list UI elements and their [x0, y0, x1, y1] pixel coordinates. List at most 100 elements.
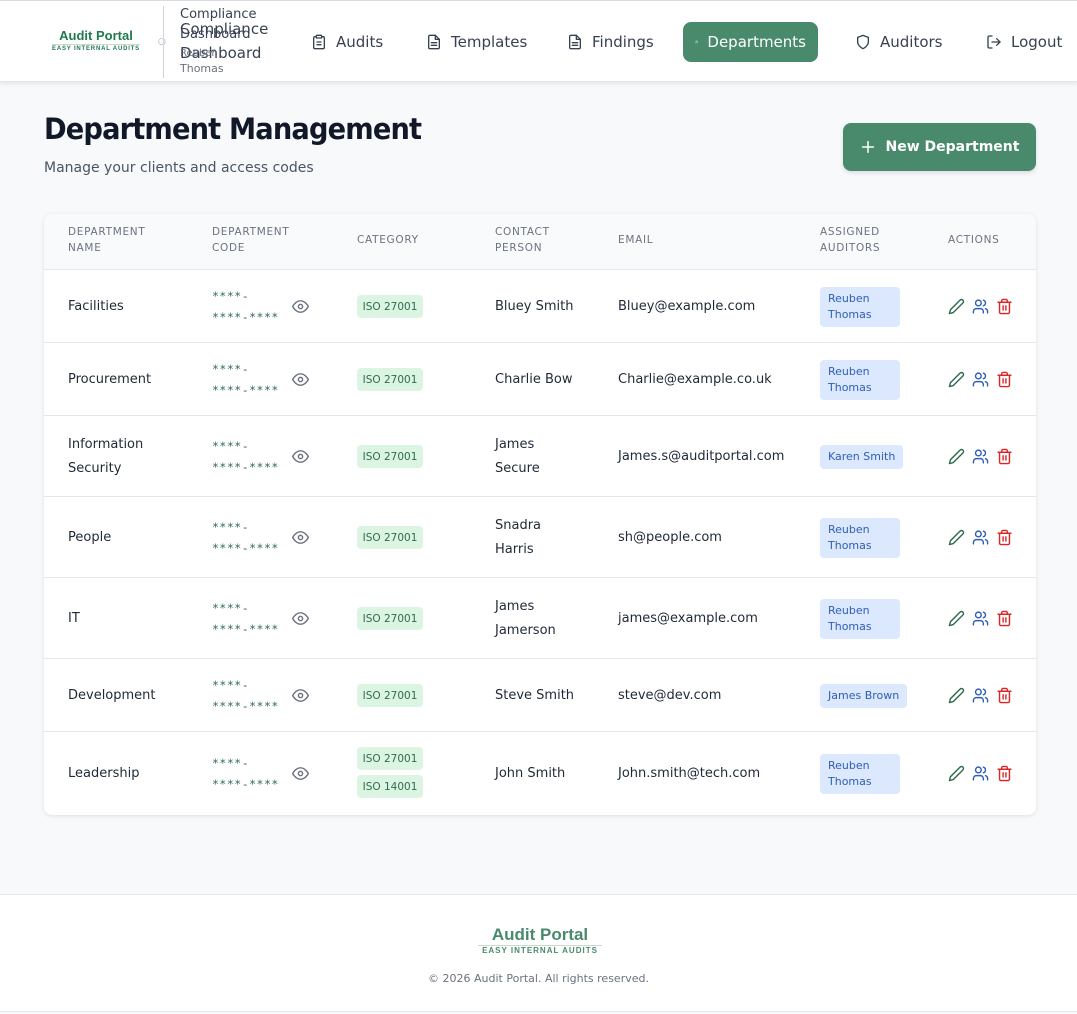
assign-auditors-button[interactable] — [972, 298, 989, 315]
logo-mark-icon: ○ — [158, 37, 166, 47]
department-code: ****- ****-**** — [212, 288, 279, 324]
eye-icon — [292, 530, 309, 544]
assign-auditors-button[interactable] — [972, 610, 989, 627]
nav-label: Logout — [1011, 33, 1063, 51]
contact-email[interactable]: sh@people.com — [618, 526, 722, 550]
contact-person: James Secure — [495, 436, 540, 476]
edit-department-button[interactable] — [948, 610, 965, 627]
auditor-badge: Reuben Thomas — [820, 517, 900, 558]
assign-auditors-button[interactable] — [972, 687, 989, 704]
column-header: Contact Person — [495, 226, 550, 254]
eye-icon — [292, 767, 309, 780]
department-code: ****- ****-**** — [212, 600, 279, 636]
pencil-icon — [948, 610, 965, 626]
category-badge: ISO 27001 — [357, 684, 423, 707]
auditor-badge: Karen Smith — [820, 444, 904, 469]
document-icon — [428, 34, 440, 50]
column-header: Category — [357, 234, 419, 246]
nav-logout[interactable]: Logout — [974, 22, 1074, 62]
auditor-badge: Reuben Thomas — [820, 754, 900, 794]
show-code-toggle[interactable] — [292, 448, 309, 465]
contact-email[interactable]: steve@dev.com — [618, 684, 721, 708]
brand-line: Dashboard — [180, 27, 251, 42]
trash-icon — [997, 765, 1012, 782]
delete-department-button[interactable] — [996, 371, 1013, 388]
department-name: People — [68, 529, 112, 545]
nav-label: Departments — [707, 33, 806, 51]
show-code-toggle[interactable] — [292, 687, 309, 704]
show-code-toggle[interactable] — [292, 529, 309, 546]
pencil-icon — [948, 765, 965, 782]
assign-auditors-button[interactable] — [972, 529, 989, 546]
nav-departments[interactable]: Departments — [683, 22, 818, 62]
delete-department-button[interactable] — [996, 298, 1013, 315]
users-icon — [972, 448, 989, 464]
header-divider — [163, 6, 164, 78]
edit-department-button[interactable] — [948, 529, 965, 546]
assign-auditors-button[interactable] — [972, 448, 989, 465]
nav-auditors[interactable]: Auditors — [843, 22, 955, 62]
edit-department-button[interactable] — [948, 371, 965, 388]
trash-icon — [997, 529, 1012, 545]
table-row: Procurement ****- ****-**** ISO 27001 Charl… — [44, 342, 1036, 415]
show-code-toggle[interactable] — [292, 298, 309, 315]
pencil-icon — [948, 298, 965, 314]
edit-department-button[interactable] — [948, 687, 965, 704]
contact-email[interactable]: james@example.com — [618, 607, 758, 631]
auditor-badge: Reuben Thomas — [820, 359, 900, 400]
assign-auditors-button[interactable] — [972, 765, 989, 782]
pencil-icon — [948, 529, 965, 545]
category-badge: ISO 27001 — [357, 368, 423, 391]
show-code-toggle[interactable] — [292, 765, 309, 782]
category-badge: ISO 27001 — [357, 526, 423, 549]
contact-email[interactable]: James.s@auditportal.com — [618, 445, 784, 469]
trash-icon — [997, 371, 1012, 387]
column-header: Actions — [948, 234, 1000, 246]
contact-email[interactable]: Bluey@example.com — [618, 295, 755, 319]
category-badge: ISO 27001 — [357, 445, 423, 468]
trash-icon — [997, 448, 1012, 464]
contact-email[interactable]: John.smith@tech.com — [618, 762, 760, 786]
users-icon — [972, 371, 989, 387]
delete-department-button[interactable] — [996, 529, 1013, 546]
logo-tagline: EASY INTERNAL AUDITS — [52, 44, 140, 52]
edit-department-button[interactable] — [948, 448, 965, 465]
footer-logo: Audit Portal EASY INTERNAL AUDITS — [478, 925, 602, 956]
table-row: Development ****- ****-**** ISO 27001 Steve… — [44, 658, 1036, 731]
table-header: Department Name Department Code Category… — [44, 214, 1036, 269]
new-department-button[interactable]: New Department — [843, 123, 1036, 171]
pencil-icon — [948, 448, 965, 464]
delete-department-button[interactable] — [996, 610, 1013, 627]
nav-findings[interactable]: Findings — [555, 22, 666, 62]
edit-department-button[interactable] — [948, 765, 965, 782]
contact-person: Charlie Bow — [495, 371, 573, 387]
edit-department-button[interactable] — [948, 298, 965, 315]
nav-audits[interactable]: Audits — [299, 22, 395, 62]
users-icon — [972, 529, 989, 545]
department-name: IT — [68, 610, 80, 626]
footer-logo-tagline: EASY INTERNAL AUDITS — [478, 945, 602, 956]
nav-label: Audits — [336, 33, 384, 51]
delete-department-button[interactable] — [996, 687, 1013, 704]
contact-email[interactable]: Charlie@example.co.uk — [618, 368, 772, 392]
footer-logo-title: Audit Portal — [491, 925, 589, 944]
clipboard-icon — [313, 34, 325, 50]
column-header: Department Name — [68, 226, 146, 254]
auditor-badge: James Brown — [820, 683, 908, 708]
page-footer: Audit Portal EASY INTERNAL AUDITS © 2026… — [0, 894, 1077, 1012]
department-name: Information Security — [68, 436, 144, 476]
category-badge: ISO 14001 — [357, 775, 423, 798]
pencil-icon — [948, 371, 965, 387]
show-code-toggle[interactable] — [292, 610, 309, 627]
table-row: Facilities ****- ****-**** ISO 27001 Bluey … — [44, 269, 1036, 342]
delete-department-button[interactable] — [996, 448, 1013, 465]
header-logo[interactable]: Audit Portal EASY INTERNAL AUDITS — [52, 28, 140, 53]
brand-title-stack: Compliance Compliance Dashboard Dashboar… — [180, 7, 300, 77]
show-code-toggle[interactable] — [292, 371, 309, 388]
delete-department-button[interactable] — [996, 765, 1013, 782]
nav-templates[interactable]: Templates — [414, 22, 539, 62]
table-row: Information Security ****- ****-**** ISO 2… — [44, 415, 1036, 496]
page-title: Department Management — [44, 112, 422, 146]
assign-auditors-button[interactable] — [972, 371, 989, 388]
plus-icon — [861, 140, 874, 154]
